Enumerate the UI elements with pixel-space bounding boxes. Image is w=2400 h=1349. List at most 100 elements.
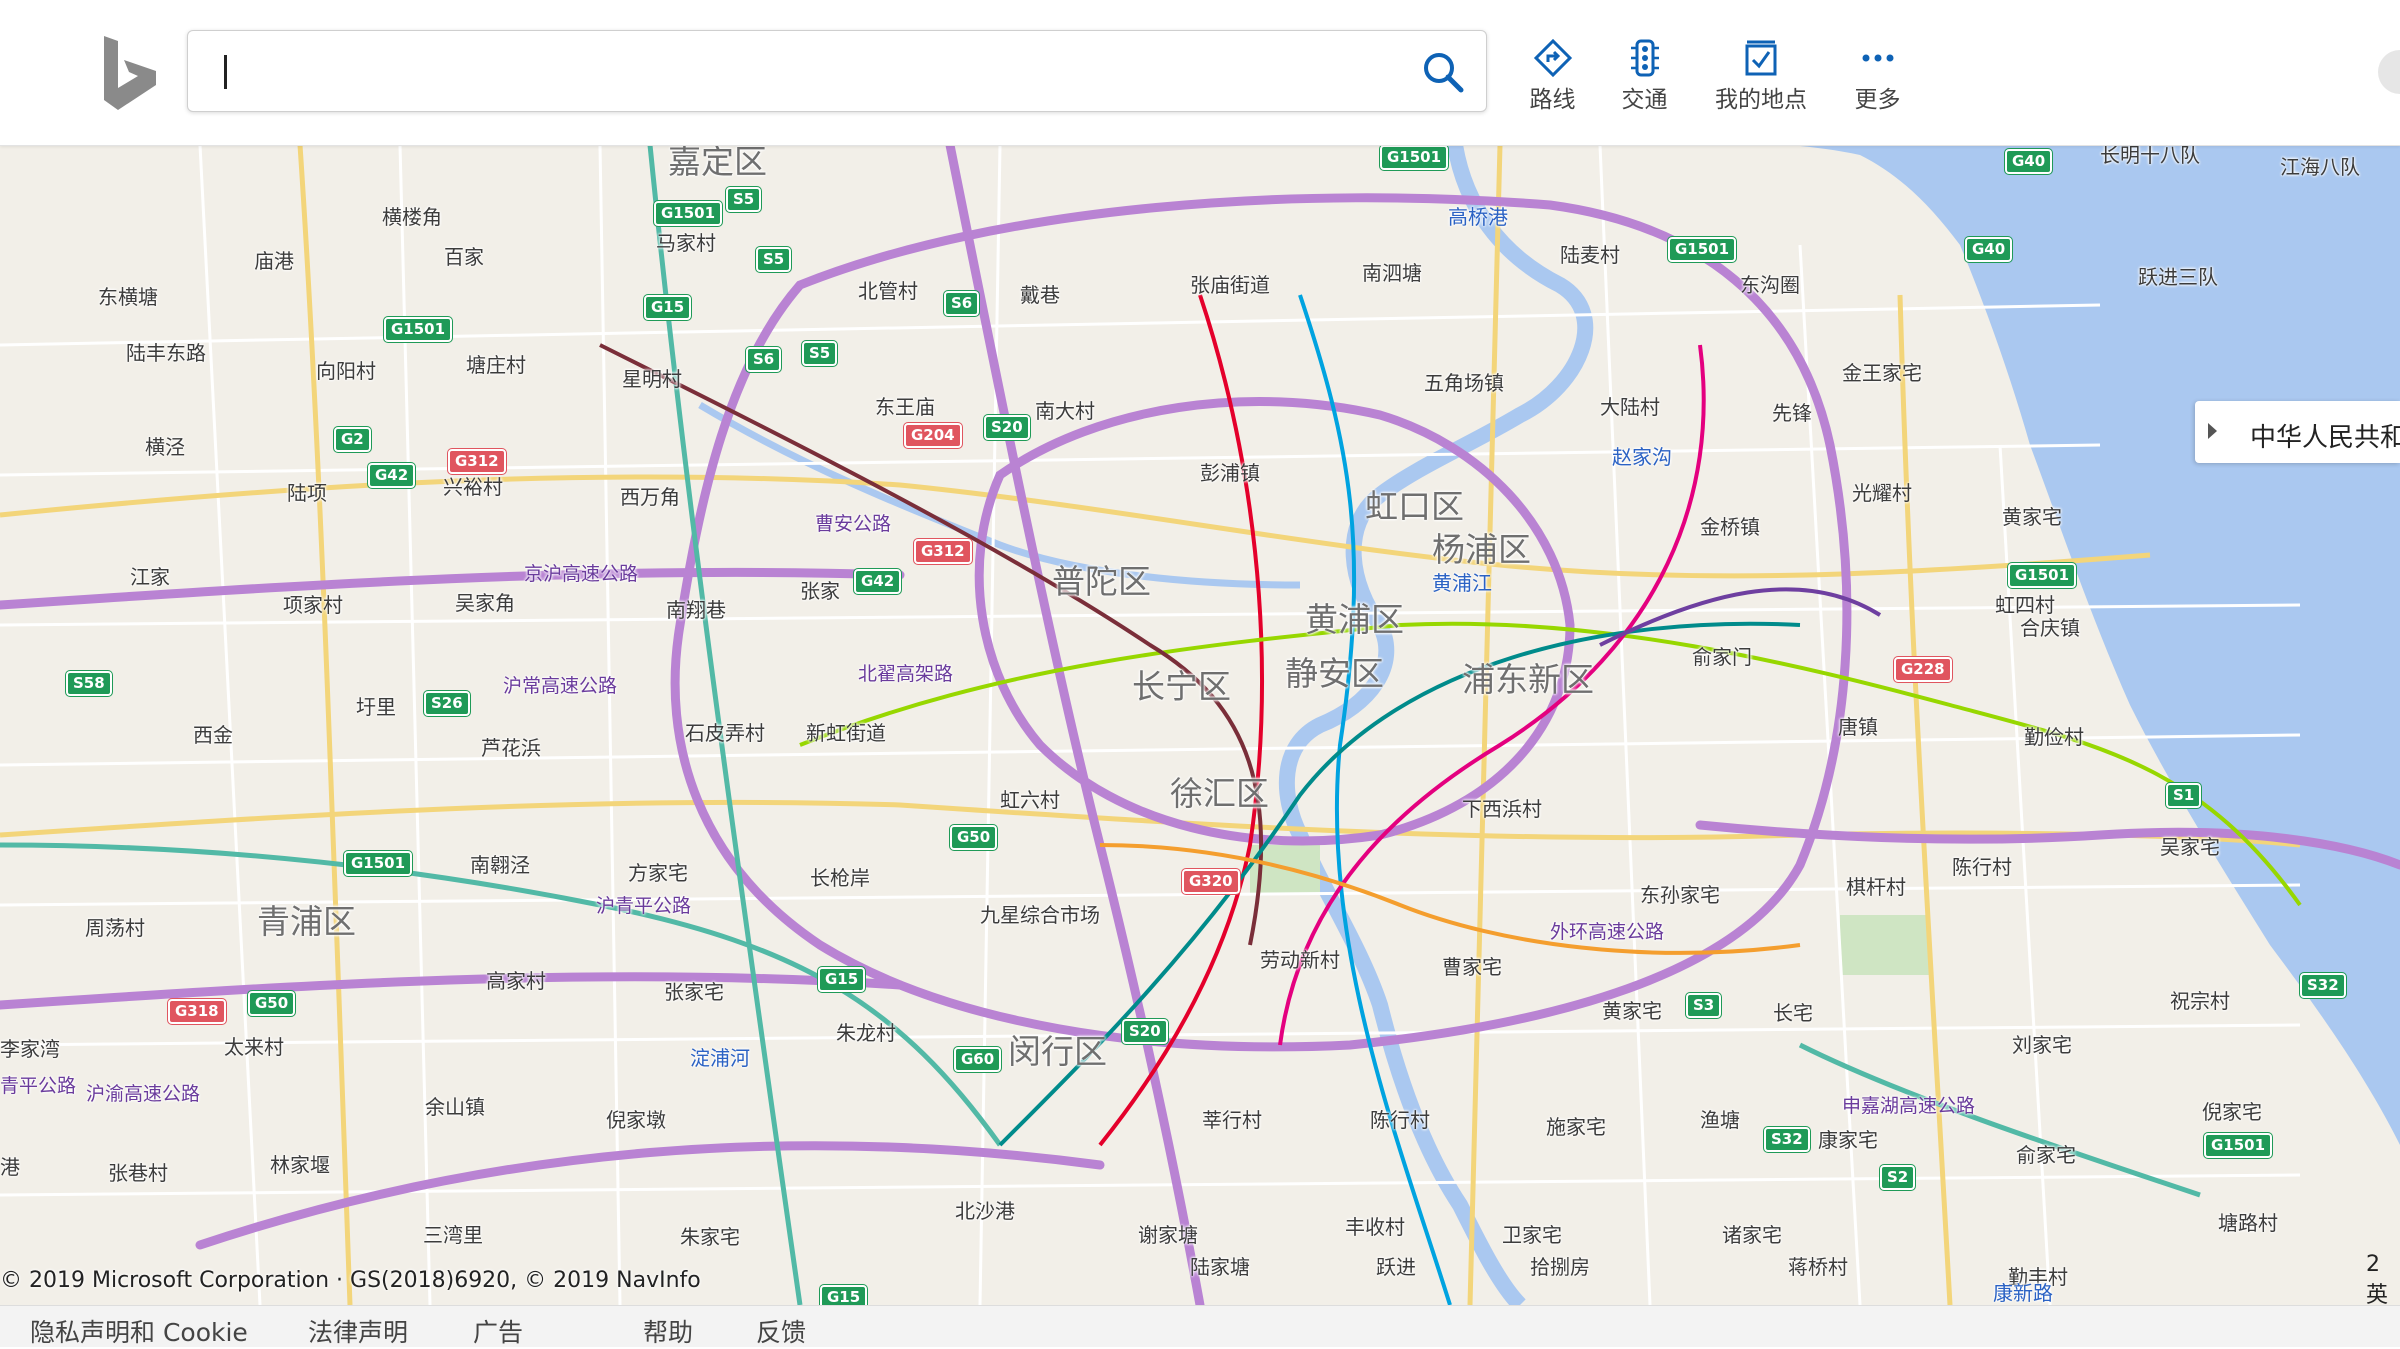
place-label: 塘路村 xyxy=(2218,1211,2278,1235)
district-label: 静安区 xyxy=(1285,654,1384,693)
place-label: 西万角 xyxy=(620,485,680,509)
place-label: 塘庄村 xyxy=(466,353,526,377)
place-label: 东王庙 xyxy=(875,395,935,419)
highway-shield: S5 xyxy=(754,246,793,273)
footer-bar: 隐私声明和 Cookie 法律声明 广告 帮助 反馈 xyxy=(0,1305,2400,1347)
place-label: 陆麦村 xyxy=(1560,243,1620,267)
place-label: 棋杆村 xyxy=(1846,875,1906,899)
place-label: 北管村 xyxy=(858,279,918,303)
map-canvas[interactable]: 嘉定区 普陀区 长宁区 静安区 黄浦区 虹口区 杨浦区 浦东新区 徐汇区 闵行区… xyxy=(0,145,2400,1305)
district-label: 青浦区 xyxy=(257,902,356,941)
district-label: 嘉定区 xyxy=(668,145,767,181)
traffic-label: 交通 xyxy=(1621,87,1668,113)
district-label: 徐汇区 xyxy=(1170,774,1269,813)
traffic-button[interactable]: 交通 xyxy=(1612,38,1677,118)
highway-shield: G1501 xyxy=(2006,562,2078,589)
highway-shield: S2 xyxy=(1878,1164,1917,1191)
map-scale: 2 英 xyxy=(2366,1252,2389,1308)
privacy-link[interactable]: 隐私声明和 Cookie xyxy=(30,1313,248,1349)
place-label: 先锋 xyxy=(1772,401,1812,425)
avatar[interactable] xyxy=(2378,50,2400,94)
highway-shield: G15 xyxy=(816,966,867,993)
place-label: 拾捌房 xyxy=(1530,1255,1590,1279)
place-label: 三湾里 xyxy=(423,1223,483,1247)
place-label: 横楼角 xyxy=(382,205,442,229)
highway-shield: S32 xyxy=(2299,972,2347,999)
place-label: 劳动新村 xyxy=(1260,948,1340,972)
road-label: 青平公路 xyxy=(0,1075,77,1097)
place-label: 康家宅 xyxy=(1818,1128,1878,1152)
place-label: 北沙港 xyxy=(955,1199,1015,1223)
highway-shield: G42 xyxy=(852,568,903,595)
place-label: 圩里 xyxy=(356,695,396,719)
place-label: 芦花浜 xyxy=(481,736,541,760)
place-label: 新虹街道 xyxy=(806,721,886,745)
place-label: 长明十八队 xyxy=(2100,145,2200,167)
place-label: 丰收村 xyxy=(1345,1215,1405,1239)
place-label: 周荡村 xyxy=(85,916,145,940)
place-label: 勤俭村 xyxy=(2024,725,2084,749)
ads-link[interactable]: 广告 xyxy=(473,1313,523,1349)
feedback-link[interactable]: 反馈 xyxy=(756,1313,806,1349)
highway-shield: S5 xyxy=(724,186,763,213)
legal-link[interactable]: 法律声明 xyxy=(308,1313,408,1349)
water-label: 高桥港 xyxy=(1448,205,1508,229)
highway-shield: S3 xyxy=(1684,992,1723,1019)
place-label: 陆家塘 xyxy=(1190,1255,1250,1279)
place-label: 港 xyxy=(0,1155,20,1179)
place-label: 陈行村 xyxy=(1370,1108,1430,1132)
highway-shield: G1501 xyxy=(2202,1132,2274,1159)
place-label: 朱龙村 xyxy=(836,1021,896,1045)
search-box[interactable] xyxy=(187,30,1487,112)
place-label: 星明村 xyxy=(622,367,682,391)
place-label: 金桥镇 xyxy=(1700,515,1760,539)
place-label: 南大村 xyxy=(1035,399,1095,423)
more-button[interactable]: 更多 xyxy=(1845,38,1910,118)
highway-shield: S20 xyxy=(983,414,1031,441)
district-label: 浦东新区 xyxy=(1462,660,1594,699)
help-link[interactable]: 帮助 xyxy=(643,1313,693,1349)
highway-shield: G2 xyxy=(333,426,372,453)
place-label: 张庙街道 xyxy=(1190,273,1270,297)
place-label: 石皮弄村 xyxy=(685,721,765,745)
highway-shield: G40 xyxy=(2003,148,2054,175)
search-input[interactable] xyxy=(214,45,1378,99)
place-label: 俞家宅 xyxy=(2016,1143,2076,1167)
my-places-button[interactable]: 我的地点 xyxy=(1706,38,1816,118)
bing-logo-icon[interactable] xyxy=(104,36,160,110)
location-info-tab[interactable]: 中华人民共和 xyxy=(2195,401,2400,463)
place-label: 李家湾 xyxy=(0,1037,60,1061)
place-label: 东横塘 xyxy=(98,285,158,309)
highway-shield: G204 xyxy=(903,422,963,449)
directions-button[interactable]: 路线 xyxy=(1520,38,1585,118)
place-label: 陆项 xyxy=(287,481,327,505)
district-label: 长宁区 xyxy=(1132,667,1231,706)
map-attribution: © 2019 Microsoft Corporation · GS(2018)6… xyxy=(0,1268,701,1293)
place-label: 马家村 xyxy=(656,231,716,255)
place-label: 南泗塘 xyxy=(1362,261,1422,285)
place-label: 谢家塘 xyxy=(1138,1223,1198,1247)
place-label: 祝宗村 xyxy=(2170,989,2230,1013)
district-label: 虹口区 xyxy=(1365,487,1464,526)
place-label: 南翱泾 xyxy=(470,853,530,877)
expand-arrow-icon[interactable] xyxy=(2208,423,2217,439)
place-label: 唐镇 xyxy=(1838,715,1878,739)
place-label: 林家堰 xyxy=(270,1153,330,1177)
place-label: 金王家宅 xyxy=(1842,361,1922,385)
place-label: 卫家宅 xyxy=(1502,1223,1562,1247)
search-icon[interactable] xyxy=(1420,49,1466,95)
highway-shield: G318 xyxy=(167,998,227,1025)
place-label: 余山镇 xyxy=(425,1095,485,1119)
highway-shield: S26 xyxy=(423,690,471,717)
road-label: 申嘉湖高速公路 xyxy=(1842,1095,1976,1117)
road-label: 曹安公路 xyxy=(815,513,892,535)
place-label: 长枪岸 xyxy=(810,866,870,890)
traffic-light-icon xyxy=(1630,39,1659,77)
highway-shield: G60 xyxy=(952,1046,1003,1073)
directions-icon xyxy=(1533,38,1572,78)
place-label: 西金 xyxy=(193,723,233,747)
place-label: 太来村 xyxy=(224,1035,284,1059)
place-label: 倪家墩 xyxy=(606,1108,666,1132)
place-label: 陆丰东路 xyxy=(126,341,206,365)
highway-shield: G1501 xyxy=(1378,145,1450,171)
